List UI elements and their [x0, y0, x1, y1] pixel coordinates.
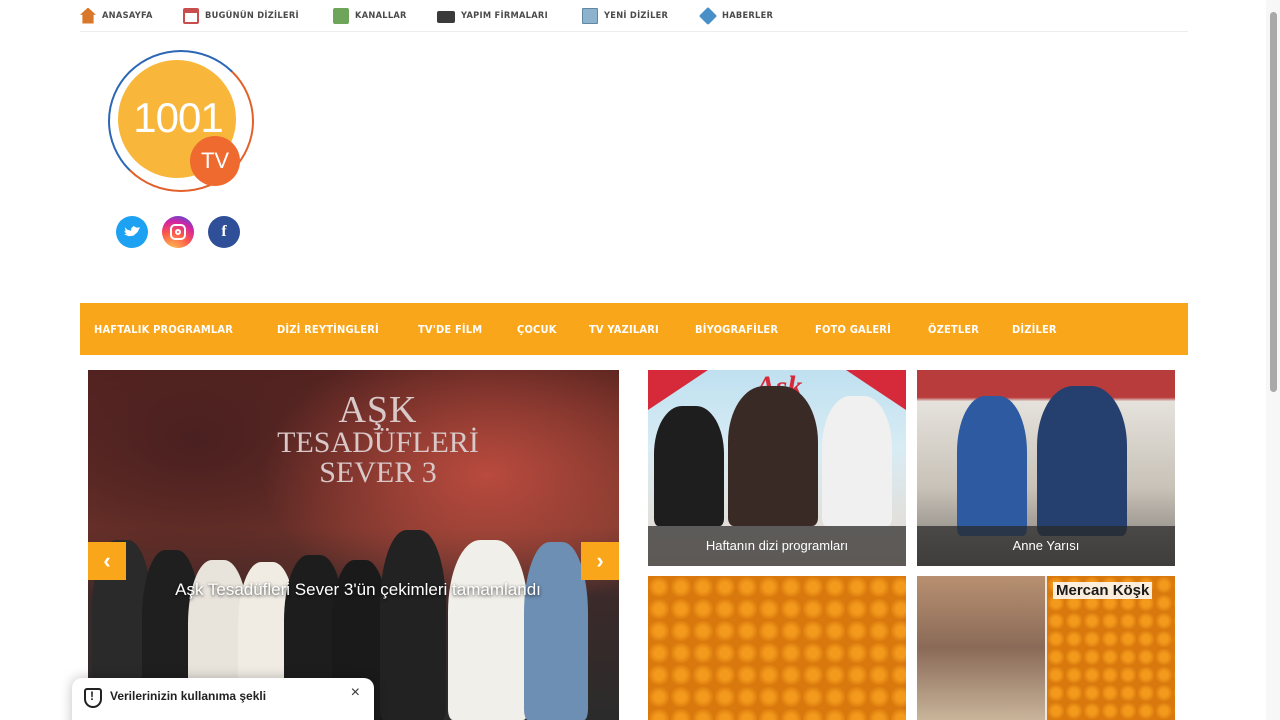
main-nav-ozetler[interactable]: ÖZETLER [928, 323, 979, 336]
calendar-icon [183, 7, 200, 24]
main-nav: HAFTALIK PROGRAMLAR DİZİ REYTİNGLERİ TV'… [80, 303, 1188, 355]
top-nav-bugunun-dizileri[interactable]: BUGÜNÜN DİZİLERİ [183, 0, 307, 32]
top-nav-yapim-firmalari[interactable]: YAPIM FİRMALARI [437, 0, 555, 32]
cookie-notice: Verilerinizin kullanıma şekli × [72, 678, 374, 720]
close-icon[interactable]: × [351, 684, 360, 702]
site-logo[interactable]: 1001 TV [104, 48, 260, 196]
poster-title-line: AŞK [338, 389, 418, 431]
tv-icon [333, 7, 350, 24]
home-icon [80, 7, 96, 24]
top-nav-label: YENİ DİZİLER [603, 10, 668, 21]
facebook-icon[interactable]: f [208, 216, 240, 248]
main-nav-biyografiler[interactable]: BİYOGRAFİLER [695, 323, 778, 336]
main-nav-diziler[interactable]: DİZİLER [1012, 323, 1057, 336]
main-nav-foto-galeri[interactable]: FOTO GALERİ [815, 323, 891, 336]
twitter-icon[interactable] [116, 216, 148, 248]
tile-haftanin-dizi-programlari[interactable]: Aşk Haftanın dizi programları [648, 370, 906, 566]
featured-slider[interactable]: AŞK TESADÜFLERİ SEVER 3 Aşk Tesadüfleri … [88, 370, 619, 720]
social-links: f [116, 216, 240, 248]
cookie-title: Verilerinizin kullanıma şekli [110, 689, 267, 703]
tile-mercan-kosk[interactable]: Mercan Köşk [917, 576, 1175, 720]
slider-poster-title: AŞK TESADÜFLERİ SEVER 3 [238, 389, 518, 489]
slider-next-button[interactable]: › [581, 542, 619, 580]
scrollbar[interactable] [1266, 0, 1280, 720]
top-nav-kanallar[interactable]: KANALLAR [333, 0, 411, 32]
tile-decoration [648, 370, 708, 410]
poster-title-line: TESADÜFLERİ [277, 426, 479, 459]
news-icon [698, 6, 717, 25]
top-nav-label: YAPIM FİRMALARI [461, 10, 549, 21]
tile-anne-yarisi[interactable]: Anne Yarısı [917, 370, 1175, 566]
main-nav-haftalik-programlar[interactable]: HAFTALIK PROGRAMLAR [94, 323, 233, 336]
tile-image [917, 576, 1045, 720]
top-nav-haberler[interactable]: HABERLER [698, 0, 778, 32]
camera-icon [437, 10, 456, 23]
scrollbar-thumb[interactable] [1270, 12, 1277, 392]
tile-caption: Haftanın dizi programları [648, 526, 906, 566]
top-nav-label: ANASAYFA [102, 10, 153, 21]
slider-prev-button[interactable]: ‹ [88, 542, 126, 580]
logo-number: 1001 [133, 94, 223, 141]
top-nav-anasayfa[interactable]: ANASAYFA [80, 0, 157, 32]
top-nav: ANASAYFA BUGÜNÜN DİZİLERİ KANALLAR YAPIM… [80, 0, 1188, 32]
logo-suffix: TV [190, 136, 240, 186]
tile-caption: Anne Yarısı [917, 526, 1175, 566]
top-nav-label: HABERLER [721, 10, 773, 21]
tile-oranges[interactable] [648, 576, 906, 720]
main-nav-dizi-reytingleri[interactable]: DİZİ REYTİNGLERİ [277, 323, 379, 336]
main-nav-cocuk[interactable]: ÇOCUK [517, 323, 557, 336]
instagram-icon[interactable] [162, 216, 194, 248]
slider-caption[interactable]: Aşk Tesadüfleri Sever 3'ün çekimleri tam… [148, 580, 568, 600]
document-icon [581, 7, 598, 24]
shield-icon [84, 688, 102, 708]
poster-title-line: SEVER 3 [319, 456, 437, 489]
tile-label: Mercan Köşk [1053, 582, 1153, 599]
top-nav-yeni-diziler[interactable]: YENİ DİZİLER [581, 0, 674, 32]
page: ANASAYFA BUGÜNÜN DİZİLERİ KANALLAR YAPIM… [0, 0, 1280, 720]
main-nav-tv-yazilari[interactable]: TV YAZILARI [589, 323, 659, 336]
main-nav-tvde-film[interactable]: TV'DE FİLM [418, 323, 482, 336]
top-nav-label: BUGÜNÜN DİZİLERİ [205, 10, 299, 21]
top-nav-label: KANALLAR [355, 10, 407, 21]
